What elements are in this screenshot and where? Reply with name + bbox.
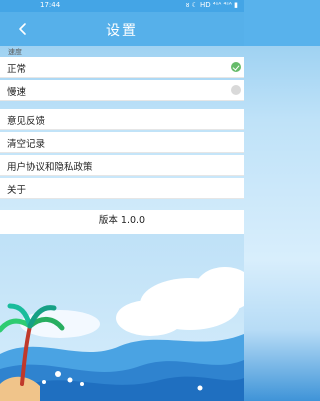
status-indicators: ᴕ ☾ HD ⁴ˢᴬ ⁴ˢᴬ ▮ [186,1,238,9]
menu-item-privacy-policy[interactable]: 用户协议和隐私政策 [0,155,244,176]
version-text: 版本 1.0.0 [0,210,244,234]
speed-section-label: 速度 [8,48,22,56]
background-illustration [0,234,244,401]
radio-unchecked-icon[interactable] [231,85,241,95]
radio-checked-icon[interactable] [231,62,241,72]
speed-option-label: 正常 [7,64,27,75]
speed-option-normal[interactable]: 正常 [0,57,244,78]
page-title: 设置 [106,23,138,39]
status-bar: 17:44 ᴕ ☾ HD ⁴ˢᴬ ⁴ˢᴬ ▮ [0,0,244,12]
speed-option-label: 慢速 [7,87,27,98]
speed-option-slow[interactable]: 慢速 [0,80,244,101]
menu-item-feedback[interactable]: 意见反馈 [0,109,244,130]
status-time: 17:44 [40,1,61,9]
menu-item-label: 意见反馈 [7,116,46,127]
menu-item-about[interactable]: 关于 [0,178,244,199]
menu-item-label: 用户协议和隐私政策 [7,162,93,173]
menu-item-label: 关于 [7,185,27,196]
menu-item-label: 清空记录 [7,139,46,150]
menu-item-clear-records[interactable]: 清空记录 [0,132,244,153]
title-bar: 设置 [0,12,244,46]
